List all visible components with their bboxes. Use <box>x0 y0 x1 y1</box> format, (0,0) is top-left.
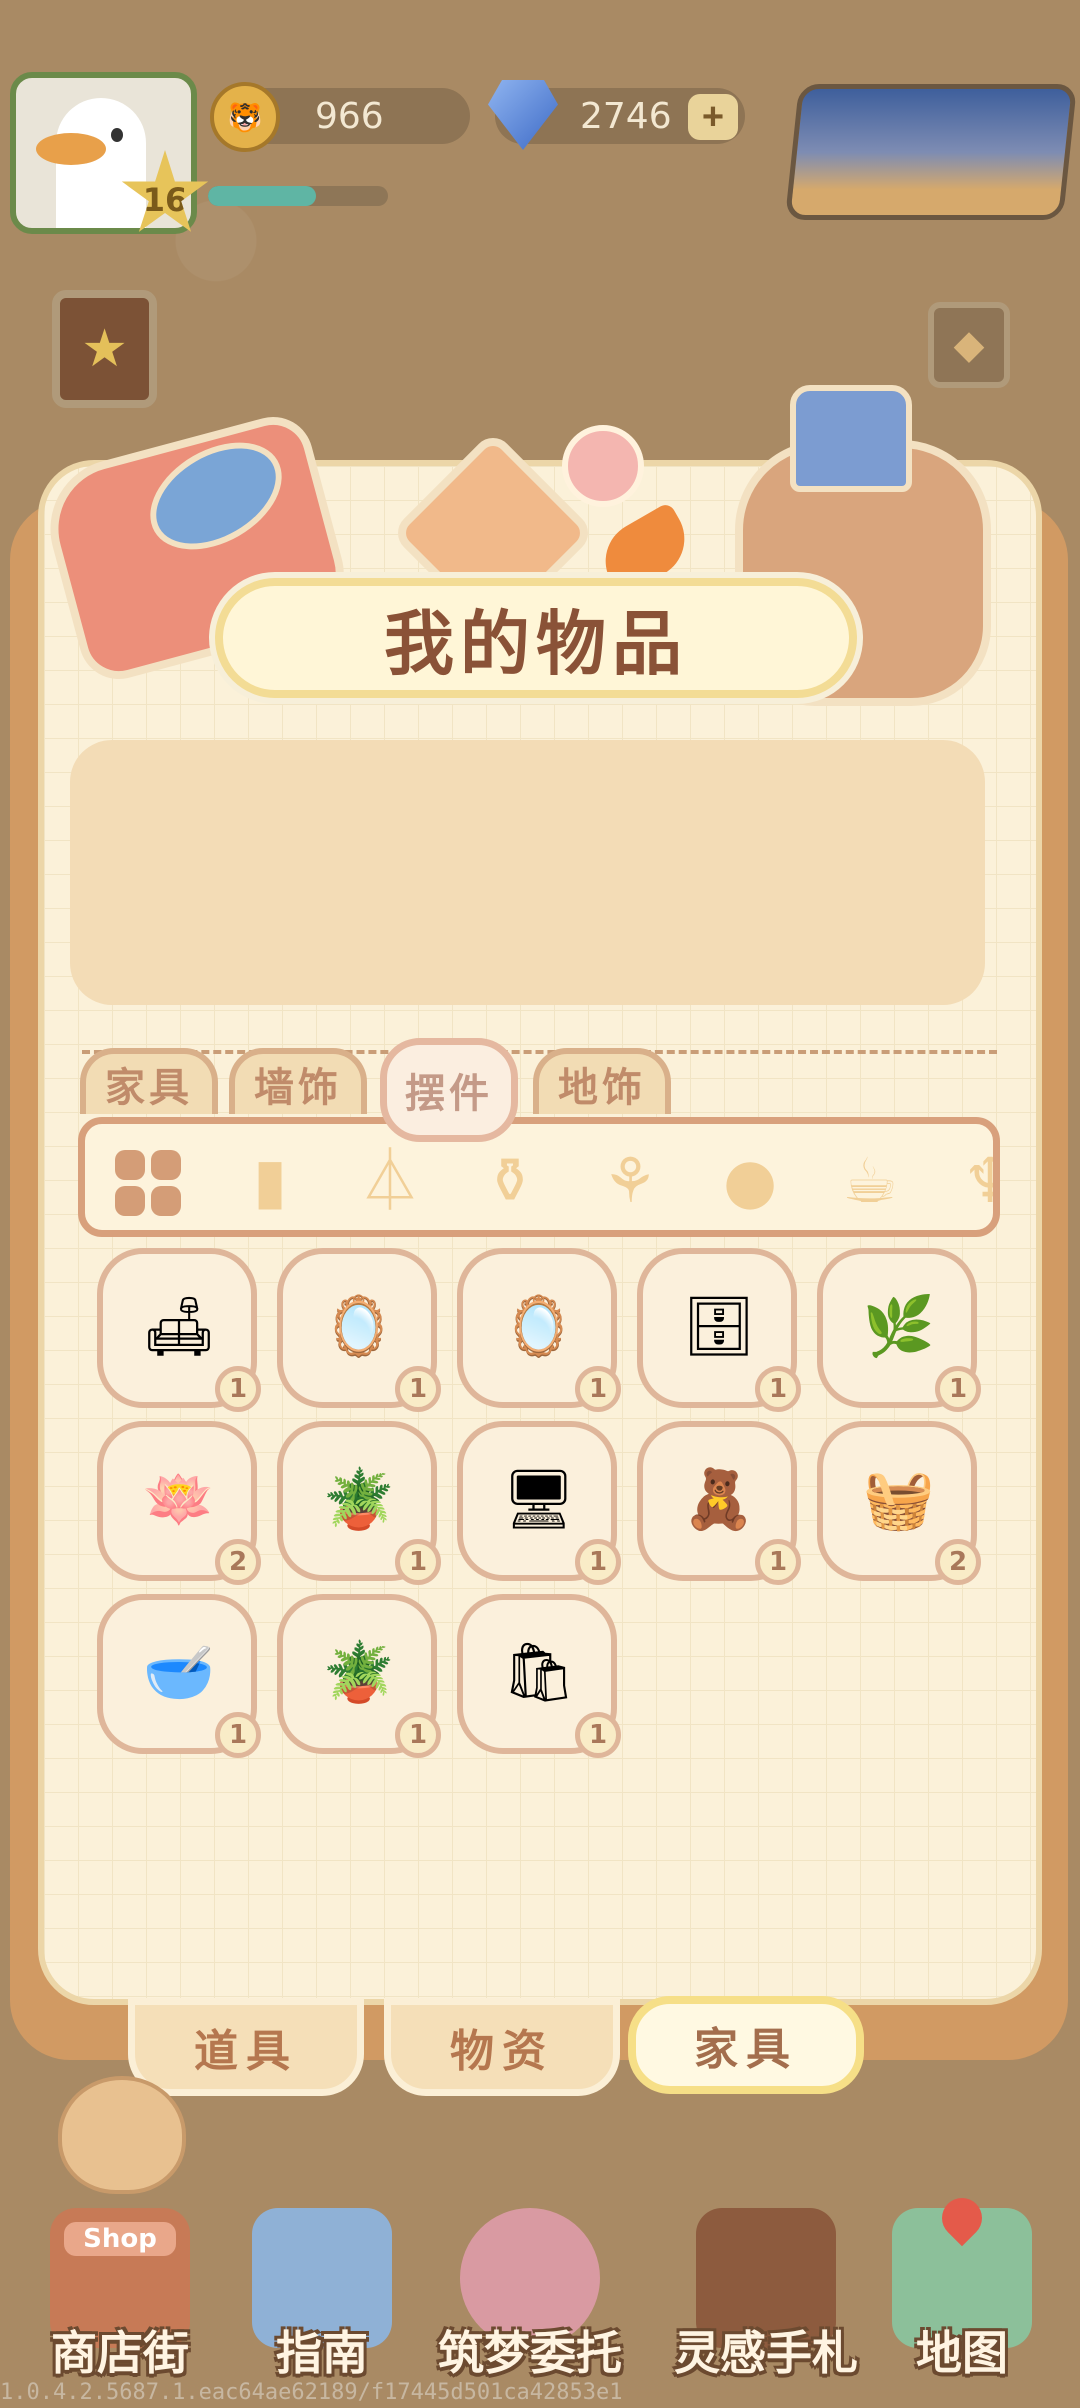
computer-desk-icon: 🖥 <box>502 1464 576 1533</box>
divider <box>82 1050 997 1054</box>
star-book-icon[interactable]: ★ <box>52 290 157 408</box>
item-slot[interactable]: 🛍 1 <box>457 1594 621 1758</box>
red-mirror-icon: 🪞 <box>322 1291 396 1360</box>
nav-label: 筑梦委托 <box>438 2326 622 2380</box>
xp-bar <box>208 186 388 206</box>
duck-eye <box>111 128 123 142</box>
nav-label: 指南 <box>276 2326 368 2380</box>
nav-label: 灵感手札 <box>674 2326 858 2380</box>
item-slot[interactable]: 🧸 1 <box>637 1421 801 1585</box>
bottle-icon[interactable]: ⚱ <box>475 1146 545 1216</box>
gift-bag-icon: 🛍 <box>502 1637 576 1706</box>
item-count-badge: 1 <box>215 1366 261 1412</box>
item-slot[interactable]: 🧺 2 <box>817 1421 981 1585</box>
nav-label: 商店街 <box>51 2326 189 2380</box>
item-count-badge: 1 <box>215 1712 261 1758</box>
lamp-icon[interactable]: ⏃ <box>355 1146 425 1216</box>
item-detail-area <box>70 740 985 1005</box>
item-count-badge: 1 <box>395 1366 441 1412</box>
subcategory-bar: ▮ ⏃ ⚱ ⚘ ● ☕ ♆ <box>78 1117 1000 1237</box>
item-count-badge: 1 <box>395 1712 441 1758</box>
plant-box-icon: 🌿 <box>862 1291 936 1360</box>
item-count-badge: 2 <box>215 1539 261 1585</box>
item-count-badge: 1 <box>755 1366 801 1412</box>
item-count-badge: 1 <box>575 1539 621 1585</box>
coin-amount: 966 <box>315 95 384 137</box>
tab-ornaments[interactable]: 摆件 <box>380 1038 518 1142</box>
item-count-badge: 1 <box>575 1712 621 1758</box>
item-slot[interactable]: 🌿 1 <box>817 1248 981 1412</box>
item-count-badge: 1 <box>755 1539 801 1585</box>
item-slot[interactable]: 🪴 1 <box>277 1594 441 1758</box>
item-count-badge: 1 <box>935 1366 981 1412</box>
map-pin-icon <box>933 2189 991 2247</box>
item-count-badge: 1 <box>395 1539 441 1585</box>
item-slot[interactable]: 🪷 2 <box>97 1421 261 1585</box>
plant-pot-icon[interactable]: ⚘ <box>595 1146 665 1216</box>
tab-furniture[interactable]: 家具 <box>80 1048 218 1114</box>
box-icon[interactable]: ◆ <box>928 302 1010 388</box>
item-slot[interactable]: 🗄 1 <box>637 1248 801 1412</box>
gem-amount: 2746 <box>580 95 672 137</box>
shop-sign: Shop <box>64 2222 176 2256</box>
tab-floor-decor[interactable]: 地饰 <box>533 1048 671 1114</box>
teapot-icon[interactable]: ☕ <box>835 1146 905 1216</box>
bucket-decoration <box>790 385 912 492</box>
item-slot[interactable]: 🖥 1 <box>457 1421 621 1585</box>
toy-set-icon: 🧸 <box>682 1464 756 1533</box>
xp-fill <box>208 186 316 206</box>
pillow-cushion-icon: 🛋 <box>142 1291 216 1360</box>
add-gems-button[interactable]: + <box>688 94 738 140</box>
nav-guide[interactable]: 指南 <box>232 2190 412 2395</box>
scroll-icon[interactable]: ▮ <box>235 1146 305 1216</box>
panel-title: 我的物品 <box>215 578 857 698</box>
version-text: 1.0.4.2.5687.1.eac64ae62189/f17445d501ca… <box>0 2380 623 2405</box>
item-slot[interactable]: 🪞 1 <box>277 1248 441 1412</box>
tab-wall-decor[interactable]: 墙饰 <box>229 1048 367 1114</box>
bottom-tab-furniture[interactable]: 家具 <box>628 1996 864 2094</box>
item-slot[interactable]: 🥣 1 <box>97 1594 261 1758</box>
bottom-tab-props[interactable]: 道具 <box>128 1998 364 2096</box>
pet-bowl-icon: 🥣 <box>142 1637 216 1706</box>
bottom-tab-materials[interactable]: 物资 <box>384 1998 620 2096</box>
bonsai-tree-icon: 🪴 <box>322 1464 396 1533</box>
item-slot[interactable]: 🛋 1 <box>97 1248 261 1412</box>
nav-label: 地图 <box>916 2326 1008 2380</box>
floor-mirror-icon: 🪞 <box>502 1291 576 1360</box>
item-slot[interactable]: 🪴 1 <box>277 1421 441 1585</box>
nav-map[interactable]: 地图 <box>872 2189 1052 2395</box>
nav-dream-commission[interactable]: 筑梦委托 <box>438 2190 622 2395</box>
display-cabinet-icon: 🗄 <box>682 1291 756 1360</box>
dog-character <box>58 2076 186 2194</box>
animal-head-icon[interactable]: ● <box>715 1146 785 1216</box>
item-count-badge: 1 <box>575 1366 621 1412</box>
flower-decoration <box>562 425 644 507</box>
duck-beak <box>36 133 106 165</box>
item-slot[interactable]: 🪞 1 <box>457 1248 621 1412</box>
item-count-badge: 2 <box>935 1539 981 1585</box>
lotus-basin-icon: 🪷 <box>142 1464 216 1533</box>
cactus-icon[interactable]: ♆ <box>955 1146 993 1216</box>
all-grid-icon[interactable] <box>115 1150 181 1216</box>
nav-shop-street[interactable]: Shop 商店街 <box>30 2190 210 2395</box>
scene-preview-button[interactable] <box>784 84 1078 220</box>
coin-icon: 🐯 <box>210 82 280 152</box>
plant-tray-icon: 🪴 <box>322 1637 396 1706</box>
fruit-basket-icon: 🧺 <box>862 1464 936 1533</box>
nav-inspiration-notes[interactable]: 灵感手札 <box>674 2190 858 2395</box>
